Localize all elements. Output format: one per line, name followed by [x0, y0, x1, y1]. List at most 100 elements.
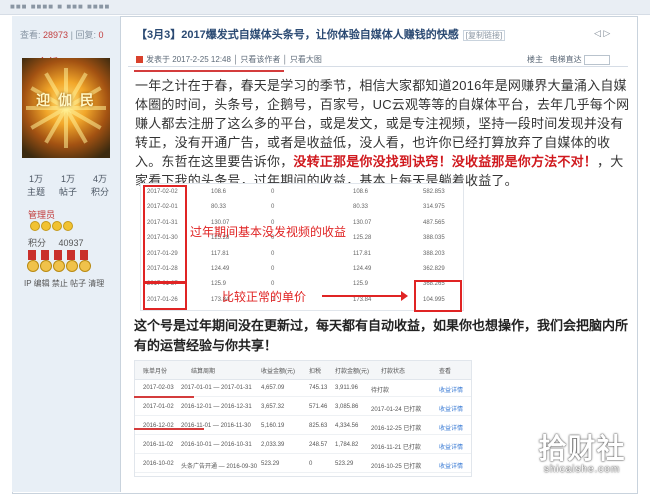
- post-body-paragraph-2: 这个号是过年期间没在更新过，每天都有自动收益，如果你也想操作，我们会把脑内所有的…: [134, 318, 629, 353]
- table-cell: 2017-02-03: [143, 385, 174, 391]
- table-row: 2017-01-29 117.81 0 117.81 388.203: [141, 248, 463, 262]
- breadcrumb[interactable]: ■■■ ■■■■ ■ ■■■ ■■■■: [10, 2, 110, 11]
- table-cell: 388.203: [423, 250, 445, 257]
- red-box-unitprice: [414, 280, 462, 312]
- table-cell: 2016-12-01 — 2016-12-31: [181, 404, 252, 410]
- floor-jump-input[interactable]: [583, 54, 610, 65]
- views-count: 28973: [43, 30, 69, 40]
- table-cell: 待打款: [371, 388, 390, 394]
- post-meta-links[interactable]: 发表于 2017-2-25 12:48 │ 只看该作者 │ 只看大图: [146, 55, 322, 64]
- table-cell: 0: [271, 204, 275, 211]
- top-breadcrumb-bar: ■■■ ■■■■ ■ ■■■ ■■■■: [0, 0, 650, 15]
- replies-label: 回复:: [75, 30, 96, 40]
- table-header: 账单月份 结算周期 收益金额(元) 扣税 打款金额(元) 打款状态 查看: [135, 361, 471, 380]
- table-row: 2017-02-03 2017-01-01 — 2017-01-31 4,657.0…: [135, 380, 471, 397]
- floor-label: 楼主: [527, 55, 543, 64]
- table-row: 2016-11-02 2016-10-01 — 2016-10-31 2,033.3…: [135, 437, 471, 454]
- floor-tools: 楼主 电梯直达: [527, 54, 610, 65]
- stats-separator: |: [70, 30, 73, 40]
- table-cell: 125.9: [211, 281, 227, 288]
- avatar[interactable]: 迎 伽 民: [22, 58, 110, 158]
- detail-link[interactable]: 收益详情: [439, 404, 463, 413]
- table-cell: 362.829: [423, 266, 445, 272]
- medal-icon: [65, 250, 78, 272]
- table-cell: 4,657.09: [261, 385, 285, 391]
- table-cell: 2016-10-25 已打款: [371, 464, 422, 470]
- detail-link[interactable]: 收益详情: [439, 423, 463, 432]
- thread-stats: 查看: 28973 | 回复: 0: [20, 28, 103, 41]
- underline-annotation: [134, 428, 204, 430]
- red-box-dates: [143, 185, 187, 283]
- table-cell: 745.13: [309, 385, 328, 391]
- underline-annotation: [134, 396, 194, 398]
- table-cell: 117.81: [211, 250, 229, 257]
- arrow-icon: [322, 291, 408, 301]
- table-cell: 2017-01-24 已打款: [371, 407, 422, 413]
- post-body-paragraph: 一年之计在于春，春天是学习的季节，相信大家都知道2016年是网赚界大量涌入自媒体…: [135, 78, 630, 188]
- watermark-logo: 拾财社 shicaishe.com: [538, 433, 626, 476]
- views-label: 查看:: [20, 30, 41, 40]
- table-cell: 388.035: [423, 235, 445, 242]
- table-cell: 3,657.32: [261, 404, 285, 410]
- table-cell: 108.6: [353, 189, 369, 195]
- table-cell: 108.6: [211, 189, 227, 195]
- rank-stars: [30, 220, 74, 234]
- admin-actions[interactable]: IP 编辑 禁止 帖子 清理: [24, 278, 104, 289]
- highlight-text: 没转正那是你没找到诀窍！没收益那是你方法不对！: [293, 154, 598, 169]
- detail-link[interactable]: 收益详情: [439, 385, 463, 394]
- table-row: 2017-02-02 108.6 0 108.6 582.853: [141, 186, 463, 200]
- avatar-text: 迎 伽 民: [36, 92, 96, 108]
- table-cell: 5,160.19: [261, 423, 285, 429]
- table-row: 2016-12-02 2016-11-01 — 2016-11-30 5,160.1…: [135, 418, 471, 435]
- table-cell: 2017-01-01 — 2017-01-31: [181, 385, 252, 391]
- medal-icon: [26, 250, 39, 272]
- jump-label: 电梯直达: [549, 55, 582, 64]
- table-cell: 2016-12-25 已打款: [371, 426, 422, 432]
- table-cell: 2016-10-01 — 2016-10-31: [181, 442, 252, 448]
- table-row: 2017-01-02 2016-12-01 — 2016-12-31 3,657.3…: [135, 399, 471, 416]
- count-points[interactable]: 4万 积分: [86, 172, 114, 198]
- table-cell: 3,085.86: [335, 404, 359, 410]
- prev-next-icons[interactable]: ◁ ▷: [594, 28, 610, 39]
- table-cell: 2017-01-02: [143, 404, 174, 410]
- table-cell: 825.63: [309, 423, 328, 429]
- table-cell: 2016-10-02: [143, 461, 174, 467]
- table-cell: 523.29: [335, 461, 354, 467]
- table-cell: 117.81: [353, 250, 371, 257]
- table-cell: 0: [271, 189, 275, 195]
- detail-link[interactable]: 收益详情: [439, 461, 463, 470]
- table-cell: 173.84: [353, 296, 372, 303]
- table-cell: 125.28: [353, 235, 372, 242]
- table-cell: 1,784.82: [335, 442, 359, 448]
- detail-link[interactable]: 收益详情: [439, 442, 463, 451]
- table-cell: 124.49: [211, 266, 230, 272]
- medal-icon: [52, 250, 65, 272]
- table-cell: 3,911.96: [335, 385, 358, 391]
- table-cell: 487.565: [423, 219, 445, 226]
- table-cell: 80.33: [353, 204, 369, 211]
- medal-icon: [78, 250, 91, 272]
- table-cell: 582.853: [423, 189, 445, 195]
- table-cell: 130.07: [353, 219, 372, 226]
- table-cell: 248.57: [309, 442, 328, 448]
- count-topics[interactable]: 1万 主题: [22, 172, 50, 198]
- post-author-icon: [136, 56, 143, 63]
- divider: [128, 66, 628, 67]
- underline-annotation: [134, 70, 284, 72]
- annotation-holiday: 过年期间基本没发视频的收益: [190, 225, 347, 239]
- table-cell: 571.46: [309, 404, 328, 410]
- medal-icon: [39, 250, 52, 272]
- replies-count: 0: [98, 30, 104, 40]
- medal-badges: [26, 250, 91, 275]
- table-cell: 头条广告开通 — 2016-09-30: [181, 464, 258, 470]
- table-cell: 314.975: [423, 204, 445, 211]
- table-cell: 2016-11-21 已打款: [371, 445, 421, 451]
- copy-link-button[interactable]: [复制链接]: [462, 30, 506, 41]
- post-meta: 发表于 2017-2-25 12:48 │ 只看该作者 │ 只看大图: [136, 54, 322, 65]
- table-cell: 124.49: [353, 266, 372, 272]
- table-cell: 80.33: [211, 204, 227, 211]
- annotation-unitprice: 比较正常的单价: [222, 290, 307, 304]
- count-posts[interactable]: 1万 帖子: [54, 172, 82, 198]
- table-cell: 4,334.56: [335, 423, 359, 429]
- table-cell: 2,033.39: [261, 442, 285, 448]
